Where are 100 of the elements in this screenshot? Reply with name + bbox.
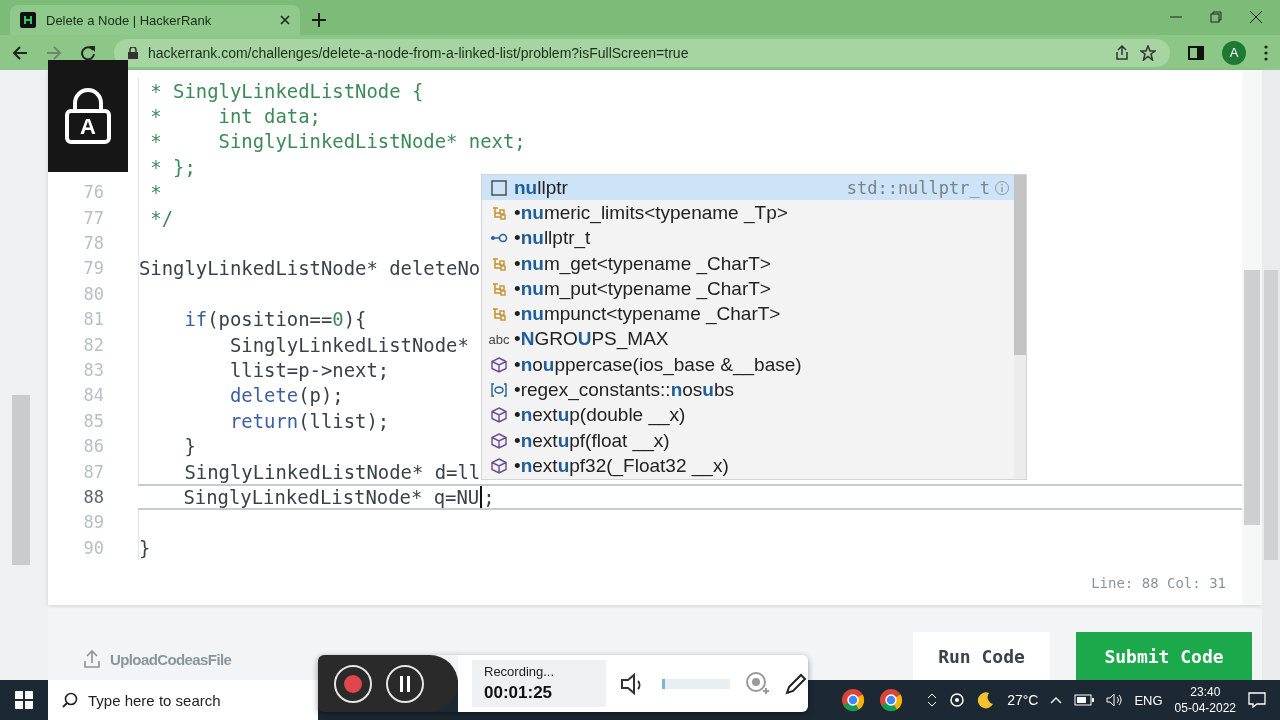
scrollbar-thumb[interactable]	[1244, 270, 1260, 525]
browser-icon[interactable]	[879, 688, 904, 712]
plus-icon[interactable]	[312, 13, 326, 27]
tab-title: Delete a Node | HackerRank	[46, 12, 213, 28]
line-number: 79	[82, 257, 105, 281]
back-icon[interactable]	[12, 44, 28, 61]
suggestion-item[interactable]: •nullptr_t	[482, 225, 1014, 251]
line-number: 80	[82, 282, 105, 306]
menu-icon[interactable]	[1264, 44, 1268, 61]
suggestion-item[interactable]: •regex_constants::nosubs	[482, 377, 1014, 403]
close-icon[interactable]	[280, 15, 290, 25]
notification-icon[interactable]	[1248, 692, 1266, 708]
code-line: }	[138, 433, 196, 459]
browser-tab[interactable]: Delete a Node | HackerRank	[10, 5, 300, 35]
scrollbar-thumb[interactable]	[1014, 175, 1026, 355]
lock-letter: A	[80, 116, 96, 138]
side-panel-icon[interactable]	[1188, 44, 1204, 61]
suggestion-item[interactable]: nullptr std::nullptr_t	[482, 175, 1014, 201]
recording-status: Recording...	[484, 664, 556, 679]
suggestion-label: •nextupf32(_Float32 __x)	[514, 454, 730, 477]
profile-avatar[interactable]: A	[1222, 40, 1246, 65]
pause-icon	[399, 675, 411, 692]
sync-icon[interactable]	[949, 692, 966, 708]
line-number: 77	[82, 206, 105, 230]
square-icon	[490, 178, 508, 197]
line-number: 88	[82, 486, 105, 508]
clock[interactable]: 23:40 05-04-2022	[1174, 685, 1236, 715]
run-code-button[interactable]: Run Code	[913, 632, 1050, 680]
windows-icon[interactable]	[15, 691, 33, 709]
suggestion-item[interactable]: •nextup(double __x)	[482, 402, 1014, 428]
line-number: 83	[82, 359, 105, 382]
volume-icon[interactable]	[1106, 693, 1123, 707]
code-line: * int data;	[138, 103, 321, 129]
suggestion-item[interactable]: •numeric_limits<typename _Tp>	[482, 200, 1014, 226]
code-line: SinglyLinkedListNode* q=NU ;	[182, 486, 495, 508]
caret-icon[interactable]	[1050, 696, 1063, 704]
cursor-position: Line: 88 Col: 31	[1091, 575, 1227, 593]
code-line: SinglyLinkedListNode* deleteNo	[138, 255, 481, 282]
lock-icon	[65, 88, 111, 144]
suggestion-item[interactable]: •nouppercase(ios_base &__base)	[482, 352, 1014, 378]
close-icon[interactable]	[1250, 11, 1262, 23]
stop-button[interactable]	[334, 664, 372, 703]
pause-button[interactable]	[386, 664, 424, 703]
code-line: delete(p);	[138, 382, 344, 409]
suggestion-label: nullptr	[514, 176, 569, 199]
suggestion-label: •NGROUPS_MAX	[514, 328, 670, 351]
suggestion-label: •nextup(double __x)	[514, 404, 687, 427]
cube-icon	[490, 355, 508, 374]
code-line: * SinglyLinkedListNode {	[138, 78, 424, 104]
star-icon[interactable]	[1140, 44, 1156, 61]
line-number: 76	[82, 181, 105, 205]
suggestion-label: •num_put<typename _CharT>	[514, 277, 772, 300]
search-field[interactable]: Type here to search	[48, 680, 318, 720]
line-number: 84	[82, 384, 105, 408]
suggestion-item[interactable]: •numpunct<typename _CharT>	[482, 301, 1014, 327]
cube-icon	[490, 456, 508, 475]
scrollbar-thumb[interactable]	[1264, 270, 1278, 560]
share-icon[interactable]	[1114, 44, 1130, 61]
suggestion-label: •regex_constants::nosubs	[514, 379, 735, 401]
code-line: }	[138, 535, 151, 561]
suggestion-item[interactable]: •num_put<typename _CharT>	[482, 276, 1014, 302]
search-icon	[62, 692, 78, 708]
line-number: 87	[82, 460, 105, 484]
weather-temperature: 27°C	[1007, 692, 1039, 708]
code-line: * };	[138, 154, 196, 180]
suggestion-label: •numeric_limits<typename _Tp>	[514, 201, 789, 224]
line-number: 85	[82, 409, 105, 433]
browser-icon[interactable]	[841, 688, 866, 712]
scrollbar-thumb[interactable]	[12, 395, 30, 565]
language-indicator[interactable]: ENG	[1134, 692, 1163, 708]
suggestion-item[interactable]: •nextupf(float __x)	[482, 427, 1014, 454]
suggestion-item[interactable]: •nextupf32(_Float32 __x)	[482, 453, 1014, 479]
suggestion-label: •num_get<typename _CharT>	[514, 252, 772, 275]
maximize-icon[interactable]	[1210, 11, 1222, 23]
code-editor[interactable]	[48, 70, 1262, 605]
volume-slider[interactable]	[662, 678, 730, 689]
code-line: llist=p->next;	[138, 357, 390, 383]
cube-icon	[490, 406, 508, 425]
suggestion-item[interactable]: abc •NGROUPS_MAX	[482, 326, 1014, 353]
suggestion-label: •nouppercase(ios_base &__base)	[514, 353, 803, 376]
webcam-icon[interactable]	[744, 670, 770, 697]
line-number: 81	[82, 308, 105, 332]
branch-icon	[490, 305, 508, 324]
favicon-icon	[20, 12, 36, 28]
suggestion-item[interactable]: •num_get<typename _CharT>	[482, 250, 1014, 277]
code-line: return(llist);	[138, 408, 390, 434]
suggestion-detail: std::nullptr_t	[846, 177, 990, 198]
suggestion-label: •nullptr_t	[514, 227, 592, 250]
clock-date: 05-04-2022	[1174, 701, 1236, 715]
suggestion-label: •numpunct<typename _CharT>	[514, 303, 782, 326]
code-line: SinglyLinkedListNode*	[138, 331, 469, 358]
chevron-icon[interactable]	[927, 694, 938, 706]
line-number: 82	[82, 333, 105, 357]
code-line: * SinglyLinkedListNode* next;	[138, 128, 526, 155]
pen-icon[interactable]	[784, 671, 808, 696]
moon-icon	[977, 691, 996, 709]
upload-icon	[84, 650, 100, 668]
reload-icon[interactable]	[80, 44, 96, 61]
address-bar[interactable]: hackerrank.com/challenges/delete-a-node-from-a-linked-list/problem?isFullScreen=true	[114, 38, 1170, 67]
bracket-icon	[490, 381, 508, 399]
